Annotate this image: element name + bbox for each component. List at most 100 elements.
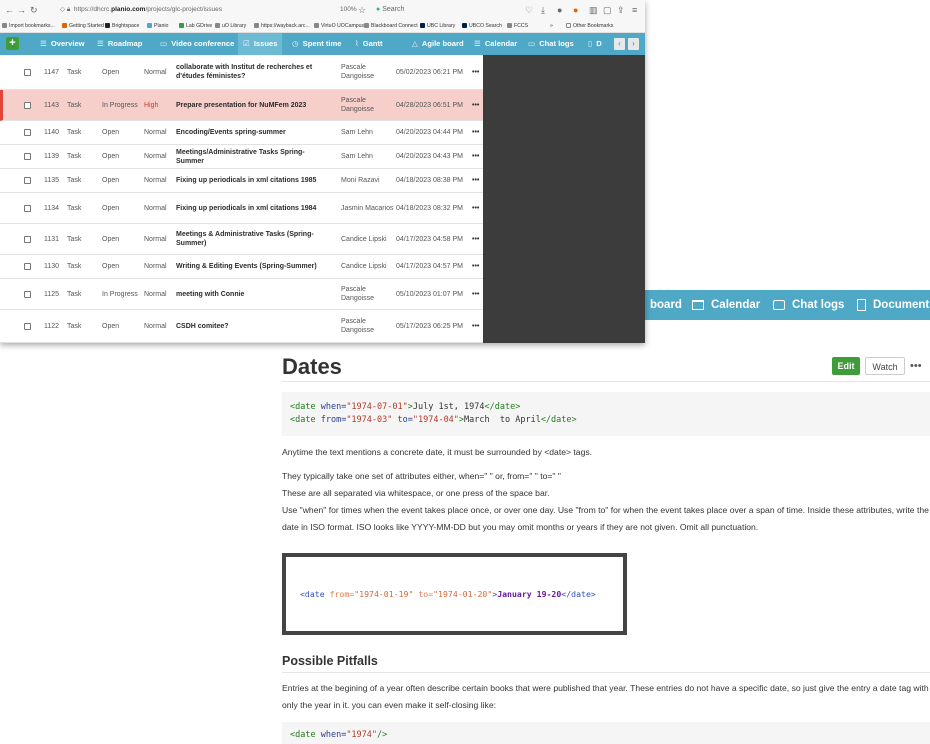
bookmark-item[interactable]: Getting Started <box>62 20 104 32</box>
issue-assignee[interactable]: Sam Lehn <box>341 128 373 137</box>
url-bar[interactable]: ◇ 🔒︎ https://dhcrc.planio.com/projects/g… <box>60 3 315 17</box>
issue-assignee[interactable]: Pascale Dangoisse <box>341 317 396 335</box>
search-input[interactable]: ● Search <box>376 3 486 17</box>
issue-subject[interactable]: Writing & Editing Events (Spring-Summer) <box>176 262 317 271</box>
bookmark-item[interactable]: uO Library <box>215 20 246 32</box>
issue-subject[interactable]: Fixing up periodicals in xml citations 1… <box>176 204 316 213</box>
row-menu-button[interactable]: ••• <box>472 291 479 298</box>
watch-button[interactable]: Watch <box>865 357 905 375</box>
row-menu-button[interactable]: ••• <box>472 263 479 270</box>
tab-agile-board[interactable]: △ Agile board <box>412 33 464 55</box>
edit-button[interactable]: Edit <box>832 357 860 375</box>
row-menu-button[interactable]: ••• <box>472 177 479 184</box>
nav-scroll-left-button[interactable]: ‹ <box>614 38 625 50</box>
downloads-icon[interactable]: ⤓ <box>541 4 545 16</box>
issue-id[interactable]: 1125 <box>44 291 59 298</box>
bookmark-item[interactable]: UBC Library <box>420 20 455 32</box>
forward-icon[interactable]: → <box>17 4 26 16</box>
issue-subject[interactable]: CSDH comitee? <box>176 322 229 331</box>
extension-orange-icon[interactable]: ● <box>573 4 578 16</box>
back-icon[interactable]: ← <box>5 4 14 16</box>
tab-chat-logs[interactable]: ▭ Chat logs <box>528 33 574 55</box>
row-checkbox[interactable] <box>24 204 31 212</box>
issue-assignee[interactable]: Jasmin Macarios <box>341 204 394 213</box>
issue-subject[interactable]: meeting with Connie <box>176 290 244 299</box>
table-row[interactable]: 1140 Task Open Normal Encoding/Events spring… <box>0 121 483 145</box>
zoom-level[interactable]: 100% <box>340 3 357 17</box>
row-menu-button[interactable]: ••• <box>472 205 479 212</box>
wiki-nav-documents[interactable]: Documents <box>857 290 930 320</box>
row-checkbox[interactable] <box>24 68 31 76</box>
tab-roadmap[interactable]: ☰ Roadmap <box>97 33 142 55</box>
issue-subject[interactable]: collaborate with Institut de recherches … <box>176 63 326 81</box>
row-checkbox[interactable] <box>24 322 31 330</box>
issue-assignee[interactable]: Candice Lipski <box>341 235 387 244</box>
bookmark-item[interactable]: Blackboard Connect <box>364 20 418 32</box>
table-row[interactable]: 1122 Task Open Normal CSDH comitee? Pascale D… <box>0 310 483 343</box>
tab-issues[interactable]: ☑ Issues <box>238 33 283 55</box>
issue-subject[interactable]: Meetings & Administrative Tasks (Spring-… <box>176 230 326 248</box>
row-checkbox[interactable] <box>24 153 31 160</box>
issue-subject[interactable]: Fixing up periodicals in xml citations 1… <box>176 176 316 185</box>
issue-id[interactable]: 1134 <box>44 205 59 212</box>
row-menu-button[interactable]: ••• <box>472 153 479 160</box>
wiki-nav-agile-board[interactable]: board <box>650 290 682 320</box>
row-checkbox[interactable] <box>24 235 31 243</box>
issue-assignee[interactable]: Candice Lipski <box>341 262 387 271</box>
tab-video-conference[interactable]: ▭ Video conference <box>160 33 234 55</box>
bookmarks-overflow[interactable]: » <box>550 20 553 32</box>
extension-icon[interactable]: ● <box>557 4 562 16</box>
table-row[interactable]: 1125 Task In Progress Normal meeting with Co… <box>0 279 483 310</box>
table-row[interactable]: 1139 Task Open Normal Meetings/Administrativ… <box>0 145 483 169</box>
issue-assignee[interactable]: Pascale Dangoisse <box>341 96 396 114</box>
table-row[interactable]: 1135 Task Open Normal Fixing up periodicals … <box>0 169 483 193</box>
bookmark-item[interactable]: Import bookmarks... <box>2 20 55 32</box>
other-bookmarks[interactable]: Other Bookmarks <box>566 20 613 32</box>
bookmark-item[interactable]: https://wayback.arc... <box>254 20 310 32</box>
table-row[interactable]: 1134 Task Open Normal Fixing up periodicals … <box>0 193 483 224</box>
issue-subject[interactable]: Encoding/Events spring-summer <box>176 128 286 137</box>
new-item-button[interactable]: + <box>6 37 19 50</box>
tab-d[interactable]: ▯ D <box>588 33 602 55</box>
table-row[interactable]: 1131 Task Open Normal Meetings & Administrat… <box>0 224 483 255</box>
bookmark-item[interactable]: VirtuO UOCampus <box>314 20 364 32</box>
issue-assignee[interactable]: Pascale Dangoisse <box>341 63 396 81</box>
wiki-nav-chat-logs[interactable]: Chat logs <box>773 290 844 320</box>
more-actions-button[interactable]: ••• <box>910 357 922 375</box>
issue-id[interactable]: 1130 <box>44 263 59 270</box>
tab-gantt[interactable]: ⌇ Gantt <box>355 33 383 55</box>
row-checkbox[interactable] <box>24 101 31 109</box>
issue-assignee[interactable]: Moni Razavi <box>341 176 380 185</box>
reload-icon[interactable]: ↻ <box>30 4 38 16</box>
issue-id[interactable]: 1122 <box>44 323 59 330</box>
bookmark-item[interactable]: FCCS <box>507 20 528 32</box>
issue-subject[interactable]: Prepare presentation for NuMFem 2023 <box>176 101 306 110</box>
tab-calendar[interactable]: ☰ Calendar <box>474 33 517 55</box>
row-menu-button[interactable]: ••• <box>472 129 479 136</box>
bookmark-item[interactable]: Lab GDrive <box>179 20 212 32</box>
bookmark-item[interactable]: Brightspace <box>105 20 139 32</box>
row-checkbox[interactable] <box>24 263 31 270</box>
menu-icon[interactable]: ≡ <box>632 4 637 16</box>
bookmark-item[interactable]: Planio <box>147 20 168 32</box>
issue-id[interactable]: 1140 <box>44 129 59 136</box>
table-row[interactable]: 1130 Task Open Normal Writing & Editing Even… <box>0 255 483 279</box>
issue-id[interactable]: 1143 <box>44 102 59 109</box>
tab-spent-time[interactable]: ◷ Spent time <box>292 33 341 55</box>
row-menu-button[interactable]: ••• <box>472 102 479 109</box>
issue-id[interactable]: 1147 <box>44 69 59 76</box>
issue-assignee[interactable]: Sam Lehn <box>341 152 373 161</box>
table-row[interactable]: 1143 Task In Progress High Prepare presentat… <box>0 90 483 121</box>
row-checkbox[interactable] <box>24 290 31 298</box>
share-icon[interactable]: ⇪ <box>617 4 625 16</box>
issue-assignee[interactable]: Pascale Dangoisse <box>341 285 396 303</box>
pocket-icon[interactable]: ♡ <box>525 4 533 16</box>
row-checkbox[interactable] <box>24 129 31 136</box>
issue-subject[interactable]: Meetings/Administrative Tasks Spring-Sum… <box>176 148 326 166</box>
library-icon[interactable]: ▥ <box>589 4 598 16</box>
table-row[interactable]: 1147 Task Open Normal collaborate with Insti… <box>0 55 483 90</box>
row-menu-button[interactable]: ••• <box>472 69 479 76</box>
issue-id[interactable]: 1135 <box>44 177 59 184</box>
wiki-nav-calendar[interactable]: Calendar <box>692 290 760 320</box>
issue-id[interactable]: 1131 <box>44 236 59 243</box>
